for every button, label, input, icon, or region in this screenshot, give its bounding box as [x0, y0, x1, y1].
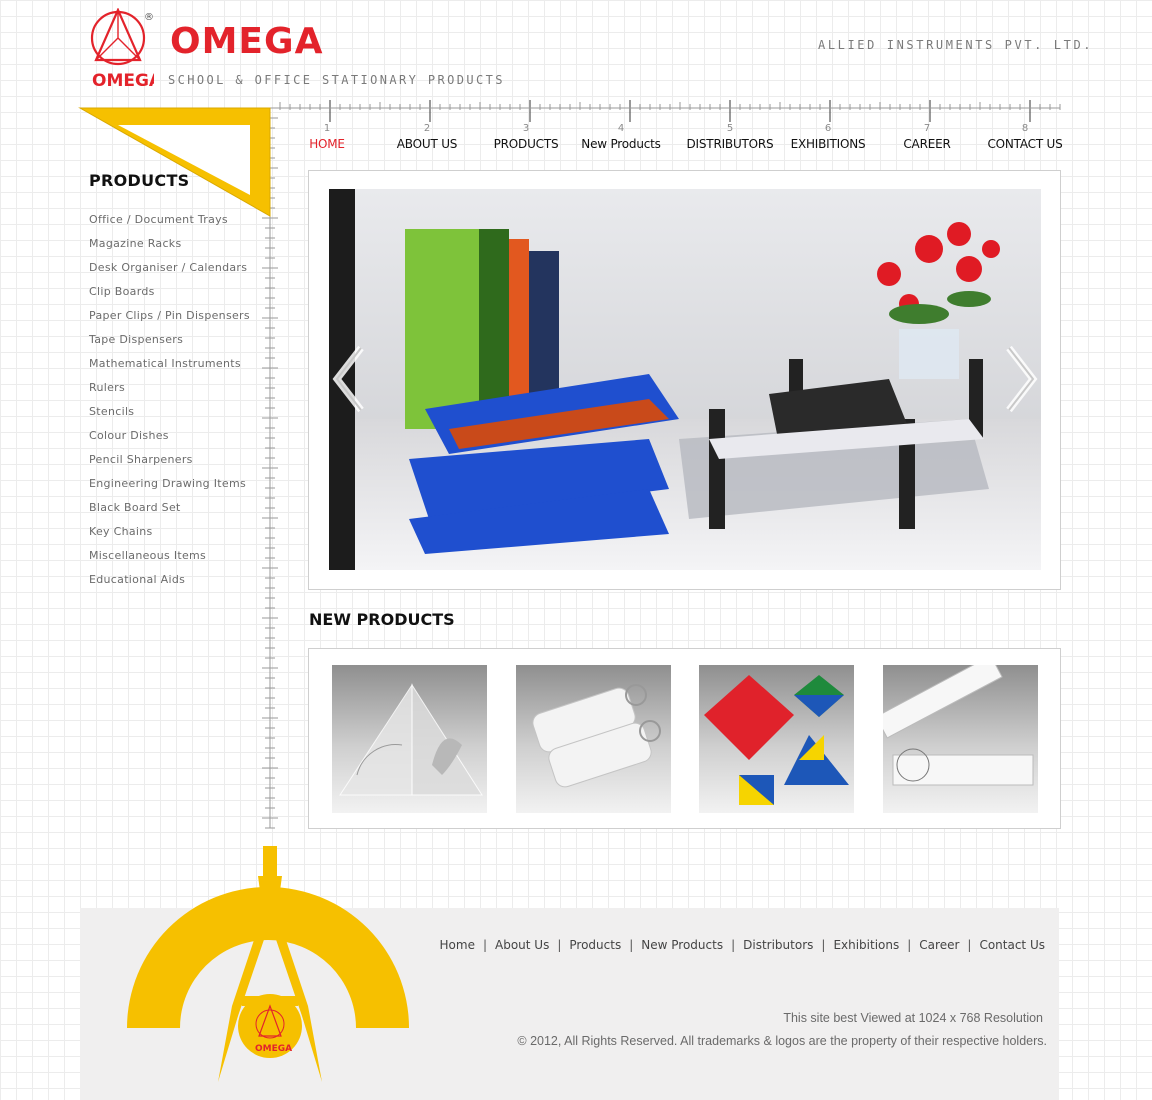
nav-item-exhibitions[interactable]: 6 EXHIBITIONS — [778, 122, 878, 153]
sidebar-item[interactable]: Miscellaneous Items — [89, 548, 250, 572]
sidebar-title: PRODUCTS — [89, 171, 190, 190]
nav-item-home[interactable]: 1 HOME — [277, 122, 377, 153]
brand-tagline: SCHOOL & OFFICE STATIONARY PRODUCTS — [168, 73, 505, 87]
sidebar-item[interactable]: Stencils — [89, 404, 250, 428]
footer-link-new-products[interactable]: New Products — [641, 938, 723, 952]
footer-nav-separator: | — [821, 938, 826, 952]
nav-number: 3 — [522, 123, 530, 134]
new-products-gallery — [308, 648, 1061, 829]
footer-nav-separator: | — [907, 938, 912, 952]
footer-nav-separator: | — [967, 938, 972, 952]
copyright: © 2012, All Rights Reserved. All tradema… — [517, 1034, 1047, 1048]
nav-item-new-products[interactable]: 4 New Products — [571, 122, 671, 153]
svg-text:OMEGA: OMEGA — [92, 71, 154, 91]
nav-number: 8 — [1021, 123, 1029, 134]
slider-prev-button[interactable] — [329, 344, 369, 414]
sidebar-item[interactable]: Engineering Drawing Items — [89, 476, 250, 500]
footer-link-distributors[interactable]: Distributors — [743, 938, 813, 952]
sidebar-item[interactable]: Mathematical Instruments — [89, 356, 250, 380]
nav-item-about-us[interactable]: 2 ABOUT US — [377, 122, 477, 153]
footer: OMEGA Home | About Us | Products | New Product… — [80, 846, 1059, 1100]
sidebar-item[interactable]: Key Chains — [89, 524, 250, 548]
product-thumb-tangram[interactable] — [699, 665, 854, 813]
document-trays-photo — [329, 189, 1041, 570]
footer-nav: Home | About Us | Products | New Products | Dist… — [440, 938, 1045, 952]
nav-label: ABOUT US — [396, 137, 458, 151]
nav-label: PRODUCTS — [493, 137, 559, 151]
footer-nav-separator: | — [557, 938, 562, 952]
brand-name: OMEGA — [170, 21, 324, 62]
sidebar-item[interactable]: Black Board Set — [89, 500, 250, 524]
product-thumb-key-chains[interactable] — [516, 665, 671, 813]
nav-item-distributors[interactable]: 5 DISTRIBUTORS — [680, 122, 780, 153]
footer-link-contact-us[interactable]: Contact Us — [979, 938, 1045, 952]
nav-label: DISTRIBUTORS — [686, 137, 774, 151]
nav-number: 5 — [726, 123, 734, 134]
footer-nav-separator: | — [731, 938, 736, 952]
nav-number: 4 — [617, 123, 625, 134]
product-thumb-set-squares[interactable] — [332, 665, 487, 813]
sidebar-item[interactable]: Tape Dispensers — [89, 332, 250, 356]
nav-label: HOME — [309, 137, 345, 151]
sidebar-item[interactable]: Rulers — [89, 380, 250, 404]
product-thumb-folding-ruler[interactable] — [883, 665, 1038, 813]
footer-link-career[interactable]: Career — [919, 938, 959, 952]
footer-link-exhibitions[interactable]: Exhibitions — [833, 938, 899, 952]
slider-image — [329, 189, 1041, 570]
set-square-icon — [78, 107, 271, 217]
footer-link-home[interactable]: Home — [440, 938, 475, 952]
chevron-left-icon — [332, 345, 364, 413]
nav-number: 7 — [923, 123, 931, 134]
new-products-title: NEW PRODUCTS — [309, 610, 455, 629]
nav-label: CAREER — [903, 137, 951, 151]
resolution-note: This site best Viewed at 1024 x 768 Reso… — [783, 1011, 1043, 1025]
horizontal-ruler — [270, 100, 1061, 122]
nav-number: 6 — [824, 123, 832, 134]
sidebar-item[interactable]: Clip Boards — [89, 284, 250, 308]
chevron-right-icon — [1006, 345, 1038, 413]
sidebar-item[interactable]: Educational Aids — [89, 572, 250, 596]
svg-text:OMEGA: OMEGA — [255, 1044, 292, 1054]
sidebar-item[interactable]: Office / Document Trays — [89, 212, 250, 236]
footer-nav-separator: | — [482, 938, 488, 952]
slider — [308, 170, 1061, 590]
nav-item-products[interactable]: 3 PRODUCTS — [476, 122, 576, 153]
nav-item-contact-us[interactable]: 8 CONTACT US — [975, 122, 1075, 153]
sidebar-item[interactable]: Pencil Sharpeners — [89, 452, 250, 476]
company-name: ALLIED INSTRUMENTS PVT. LTD. — [818, 38, 1094, 52]
footer-link-about-us[interactable]: About Us — [495, 938, 549, 952]
nav-label: EXHIBITIONS — [790, 137, 866, 151]
footer-link-products[interactable]: Products — [569, 938, 621, 952]
sidebar-item[interactable]: Desk Organiser / Calendars — [89, 260, 250, 284]
compass-protractor-icon: OMEGA — [127, 846, 409, 1082]
sidebar-item[interactable]: Magazine Racks — [89, 236, 250, 260]
slider-next-button[interactable] — [1001, 344, 1041, 414]
nav-label: CONTACT US — [987, 137, 1063, 151]
sidebar-item[interactable]: Colour Dishes — [89, 428, 250, 452]
sidebar-item[interactable]: Paper Clips / Pin Dispensers — [89, 308, 250, 332]
nav-number: 1 — [323, 123, 331, 134]
svg-text:®: ® — [144, 12, 154, 23]
omega-logo[interactable]: OMEGA ® — [88, 8, 154, 92]
sidebar-product-list: Office / Document Trays Magazine Racks Des… — [89, 212, 250, 596]
nav-number: 2 — [423, 123, 431, 134]
nav-label: New Products — [581, 137, 661, 151]
footer-nav-separator: | — [629, 938, 634, 952]
nav-item-career[interactable]: 7 CAREER — [877, 122, 977, 153]
